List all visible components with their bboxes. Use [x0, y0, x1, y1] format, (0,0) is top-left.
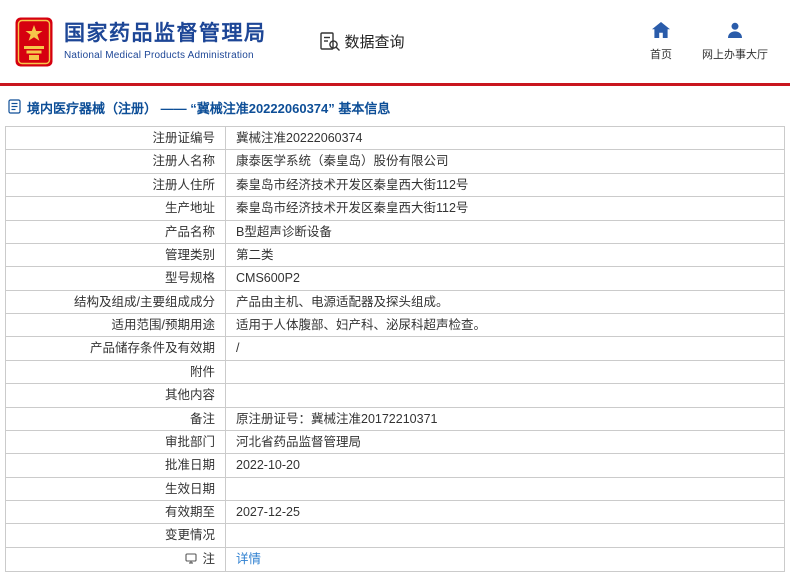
table-row: 注册人名称康泰医学系统（秦皇岛）股份有限公司 — [6, 150, 785, 173]
table-row: 附件 — [6, 360, 785, 383]
row-value: 第二类 — [226, 243, 785, 266]
row-label: 审批部门 — [6, 430, 226, 453]
row-label: 产品名称 — [6, 220, 226, 243]
row-label: 生效日期 — [6, 477, 226, 500]
row-value — [226, 360, 785, 383]
table-row: 变更情况 — [6, 524, 785, 547]
row-value: 原注册证号：冀械注准20172210371 — [226, 407, 785, 430]
home-icon — [652, 22, 670, 41]
annotation-icon — [185, 553, 197, 567]
table-row: 注册人住所秦皇岛市经济技术开发区秦皇西大街112号 — [6, 173, 785, 196]
row-value: CMS600P2 — [226, 267, 785, 290]
table-row: 产品名称B型超声诊断设备 — [6, 220, 785, 243]
header-right-nav: 首页 网上办事大厅 — [650, 22, 768, 62]
table-row: 适用范围/预期用途适用于人体腹部、妇产科、泌尿科超声检查。 — [6, 314, 785, 337]
page-title: 境内医疗器械（注册） —— “冀械注准20222060374” 基本信息 — [27, 98, 390, 117]
table-row: 审批部门河北省药品监督管理局 — [6, 430, 785, 453]
row-label: 变更情况 — [6, 524, 226, 547]
row-value: 2022-10-20 — [226, 454, 785, 477]
row-value — [226, 524, 785, 547]
row-label: 产品储存条件及有效期 — [6, 337, 226, 360]
row-value: 秦皇岛市经济技术开发区秦皇西大街112号 — [226, 173, 785, 196]
registration-info-table: 注册证编号冀械注准20222060374 注册人名称康泰医学系统（秦皇岛）股份有… — [5, 126, 785, 572]
row-label: 生产地址 — [6, 197, 226, 220]
row-label: 适用范围/预期用途 — [6, 314, 226, 337]
page-header: 国家药品监督管理局 National Medical Products Admi… — [0, 0, 790, 86]
row-value: 秦皇岛市经济技术开发区秦皇西大街112号 — [226, 197, 785, 220]
row-value: 详情 — [226, 547, 785, 571]
row-label: 注册证编号 — [6, 127, 226, 150]
table-row: 注册证编号冀械注准20222060374 — [6, 127, 785, 150]
row-value: 适用于人体腹部、妇产科、泌尿科超声检查。 — [226, 314, 785, 337]
national-emblem-icon — [14, 16, 54, 68]
nav-service-hall[interactable]: 网上办事大厅 — [702, 22, 768, 62]
row-value: 冀械注准20222060374 — [226, 127, 785, 150]
table-row: 结构及组成/主要组成成分产品由主机、电源适配器及探头组成。 — [6, 290, 785, 313]
data-query-label: 数据查询 — [345, 31, 405, 52]
org-name: 国家药品监督管理局 — [64, 22, 267, 45]
row-value: 河北省药品监督管理局 — [226, 430, 785, 453]
row-value: 康泰医学系统（秦皇岛）股份有限公司 — [226, 150, 785, 173]
org-title-block: 国家药品监督管理局 National Medical Products Admi… — [64, 22, 267, 60]
data-query-icon — [319, 31, 341, 52]
row-value: B型超声诊断设备 — [226, 220, 785, 243]
detail-link[interactable]: 详情 — [236, 552, 261, 566]
table-row: 产品储存条件及有效期/ — [6, 337, 785, 360]
national-emblem-logo — [14, 16, 54, 68]
row-label: 结构及组成/主要组成成分 — [6, 290, 226, 313]
row-label: 管理类别 — [6, 243, 226, 266]
row-value — [226, 384, 785, 407]
table-row: 有效期至2027-12-25 — [6, 501, 785, 524]
table-row: 生产地址秦皇岛市经济技术开发区秦皇西大街112号 — [6, 197, 785, 220]
document-icon — [8, 99, 21, 117]
row-label: 注册人名称 — [6, 150, 226, 173]
row-label: 附件 — [6, 360, 226, 383]
row-value: 产品由主机、电源适配器及探头组成。 — [226, 290, 785, 313]
user-icon — [727, 22, 743, 41]
row-value: 2027-12-25 — [226, 501, 785, 524]
table-row: 生效日期 — [6, 477, 785, 500]
row-label: 型号规格 — [6, 267, 226, 290]
table-row: 批准日期2022-10-20 — [6, 454, 785, 477]
row-value — [226, 477, 785, 500]
row-label: 其他内容 — [6, 384, 226, 407]
org-name-en: National Medical Products Administration — [64, 50, 267, 61]
row-value: / — [226, 337, 785, 360]
row-label: 注 — [6, 547, 226, 571]
table-row: 其他内容 — [6, 384, 785, 407]
row-label: 有效期至 — [6, 501, 226, 524]
row-label: 备注 — [6, 407, 226, 430]
table-row: 管理类别第二类 — [6, 243, 785, 266]
nav-service-hall-label: 网上办事大厅 — [702, 46, 768, 62]
row-label: 注册人住所 — [6, 173, 226, 196]
row-label: 批准日期 — [6, 454, 226, 477]
table-row: 注 详情 — [6, 547, 785, 571]
row-label-text: 注 — [202, 552, 215, 566]
table-row: 备注原注册证号：冀械注准20172210371 — [6, 407, 785, 430]
nav-home-label: 首页 — [650, 46, 672, 62]
breadcrumb: 境内医疗器械（注册） —— “冀械注准20222060374” 基本信息 — [0, 86, 790, 126]
table-row: 型号规格CMS600P2 — [6, 267, 785, 290]
nav-home[interactable]: 首页 — [650, 22, 672, 62]
data-query-button[interactable]: 数据查询 — [319, 31, 405, 52]
